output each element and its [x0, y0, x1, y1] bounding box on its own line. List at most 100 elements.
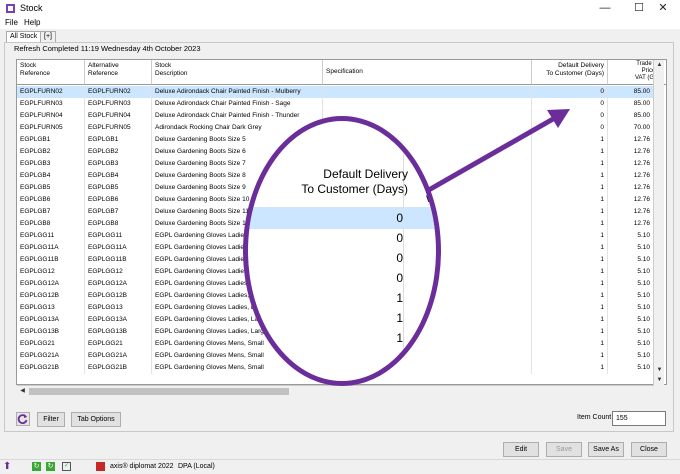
- close-button[interactable]: Close: [631, 442, 667, 457]
- col-alternative-reference[interactable]: Alternative Reference: [85, 60, 152, 85]
- filter-button[interactable]: Filter: [37, 412, 65, 427]
- item-count-field[interactable]: 155: [612, 411, 666, 426]
- table-row[interactable]: EGPLFURN02 EGPLFURN02 Deluxe Adirondack Ch…: [17, 86, 654, 98]
- zoom-values: 0 0 0 0 1 1 1: [248, 121, 436, 381]
- table-cell: Deluxe Adirondack Chair Painted Finish -…: [152, 86, 323, 98]
- zoom-value: 0: [396, 271, 403, 285]
- app-logo-icon: [96, 462, 105, 471]
- table-cell: 5.10: [608, 314, 654, 326]
- table-cell: EGPLFURN05: [17, 122, 85, 134]
- table-cell: EGPLGG21B: [85, 362, 152, 374]
- table-cell: EGPLGB1: [17, 134, 85, 146]
- table-cell: 12.76: [608, 206, 654, 218]
- table-cell: EGPLGB6: [17, 194, 85, 206]
- table-cell: EGPLGG11: [85, 230, 152, 242]
- table-cell: 1: [532, 350, 608, 362]
- table-cell: 1: [532, 326, 608, 338]
- table-cell: EGPLGB4: [85, 170, 152, 182]
- refresh-status: Refresh Completed 11:19 Wednesday 4th Oc…: [14, 44, 201, 53]
- table-cell: 1: [532, 266, 608, 278]
- refresh-green-icon[interactable]: ↻: [32, 462, 41, 471]
- table-cell: EGPLGG12B: [85, 290, 152, 302]
- table-cell: EGPLGG12B: [17, 290, 85, 302]
- table-cell: EGPLFURN04: [85, 110, 152, 122]
- horizontal-scrollbar[interactable]: ◀: [17, 385, 653, 396]
- menu-help[interactable]: Help: [24, 18, 40, 27]
- table-cell: EGPLGB3: [85, 158, 152, 170]
- table-cell: 5.10: [608, 266, 654, 278]
- menu-bar: File Help: [0, 17, 680, 29]
- table-cell: [323, 86, 532, 98]
- table-cell: EGPLGG11A: [85, 242, 152, 254]
- table-cell: 85.00: [608, 86, 654, 98]
- edit-button[interactable]: Edit: [503, 442, 539, 457]
- table-cell: EGPLGG21B: [17, 362, 85, 374]
- checklist-icon[interactable]: ✓: [62, 462, 71, 471]
- table-cell: 1: [532, 230, 608, 242]
- col-stock-reference[interactable]: Stock Reference: [17, 60, 85, 85]
- table-cell: EGPLFURN02: [85, 86, 152, 98]
- vertical-scrollbar[interactable]: ▲ ▼ ▼: [653, 60, 664, 386]
- table-cell: 1: [532, 242, 608, 254]
- tab-strip: All Stock [+]: [0, 29, 680, 42]
- app-icon: [6, 4, 15, 13]
- zoom-value: 1: [396, 331, 403, 345]
- scroll-left-icon[interactable]: ◀: [17, 386, 28, 397]
- status-bar: ⬆ ↻ ↻ ✓ axis® diplomat 2022 DPA (Local): [0, 459, 680, 474]
- scroll-up-icon[interactable]: ▲: [654, 60, 665, 71]
- col-specification[interactable]: Specification: [323, 60, 532, 85]
- table-cell: EGPLFURN02: [17, 86, 85, 98]
- table-cell: EGPLGB7: [17, 206, 85, 218]
- table-cell: EGPLGG13B: [17, 326, 85, 338]
- menu-file[interactable]: File: [5, 18, 18, 27]
- table-cell: EGPLGG21: [85, 338, 152, 350]
- table-cell: EGPLGG21A: [17, 350, 85, 362]
- refresh-icon[interactable]: [16, 412, 30, 426]
- table-cell: 12.76: [608, 146, 654, 158]
- table-cell: EGPLGB2: [17, 146, 85, 158]
- table-cell: EGPLGB5: [85, 182, 152, 194]
- table-cell: 85.00: [608, 98, 654, 110]
- table-cell: EGPLGB6: [85, 194, 152, 206]
- table-cell: EGPLGG13B: [85, 326, 152, 338]
- table-cell: 5.10: [608, 362, 654, 374]
- table-cell: 5.10: [608, 230, 654, 242]
- tab-all-stock[interactable]: All Stock: [6, 31, 42, 42]
- minimize-button[interactable]: —: [588, 0, 622, 17]
- up-arrow-icon[interactable]: ⬆: [3, 461, 11, 472]
- horizontal-scroll-thumb[interactable]: [29, 388, 289, 395]
- table-cell: EGPLGB7: [85, 206, 152, 218]
- table-cell: 1: [532, 362, 608, 374]
- table-cell: 1: [532, 338, 608, 350]
- callout-arrow: [418, 109, 570, 198]
- table-cell: EGPLGG11A: [17, 242, 85, 254]
- table-cell: EGPLGG13: [17, 302, 85, 314]
- col-stock-description[interactable]: Stock Description: [152, 60, 323, 85]
- table-cell: EGPLGG13: [85, 302, 152, 314]
- zoom-value: 0: [396, 251, 403, 265]
- tab-add[interactable]: [+]: [40, 31, 56, 42]
- table-cell: 5.10: [608, 326, 654, 338]
- table-cell: 70.00: [608, 122, 654, 134]
- table-cell: EGPLGG12A: [17, 278, 85, 290]
- table-cell: 5.10: [608, 290, 654, 302]
- save-button[interactable]: Save: [546, 442, 582, 457]
- table-cell: 12.76: [608, 134, 654, 146]
- table-cell: 0: [532, 86, 608, 98]
- table-cell: 5.10: [608, 278, 654, 290]
- table-cell: 1: [532, 302, 608, 314]
- title-bar: Stock — ☐ ✕: [0, 0, 680, 17]
- col-default-delivery[interactable]: Default Delivery To Customer (Days): [532, 60, 608, 85]
- table-cell: EGPLGG13A: [17, 314, 85, 326]
- table-cell: 5.10: [608, 254, 654, 266]
- table-cell: 1: [532, 314, 608, 326]
- sync-icon[interactable]: ↻: [46, 462, 55, 471]
- status-database: DPA (Local): [178, 463, 215, 470]
- table-cell: EGPLGG12: [85, 266, 152, 278]
- save-as-button[interactable]: Save As: [588, 442, 624, 457]
- scroll-bottom-icon[interactable]: ▼: [654, 375, 665, 386]
- table-cell: 1: [532, 254, 608, 266]
- tab-options-button[interactable]: Tab Options: [71, 412, 121, 427]
- table-cell: EGPLGB8: [17, 218, 85, 230]
- close-window-button[interactable]: ✕: [646, 0, 680, 17]
